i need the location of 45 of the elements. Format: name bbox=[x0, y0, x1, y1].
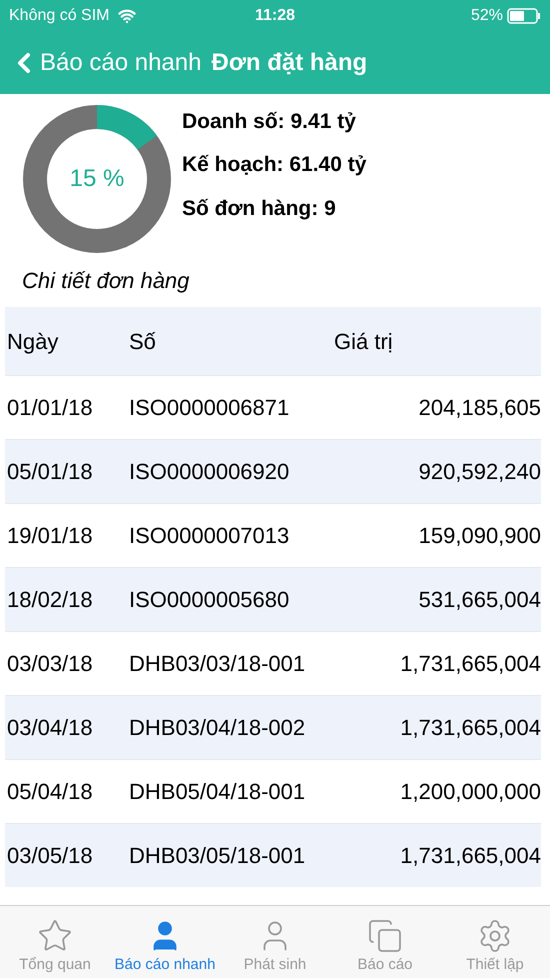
table-cell-text: 920,592,240 bbox=[418, 458, 541, 486]
table-cell-text: DHB03/03/18-001 bbox=[129, 650, 306, 678]
table-cell-text: 204,185,605 bbox=[418, 394, 541, 422]
table-cell-text: 01/01/18 bbox=[6, 394, 94, 422]
column-header: Giá trị bbox=[334, 328, 393, 356]
table-cell-text: 19/01/18 bbox=[6, 522, 94, 550]
table-cell-text: 03/03/18 bbox=[6, 650, 94, 678]
percent-label: 15 % bbox=[70, 164, 124, 194]
star-icon bbox=[37, 918, 73, 954]
table-row[interactable]: 18/02/18 ISO0000005680 531,665,004 bbox=[5, 567, 541, 631]
table-cell-text: 1,731,665,004 bbox=[399, 714, 541, 742]
table-cell-text: DHB05/04/18-001 bbox=[129, 778, 306, 806]
table-cell-text: DHB03/04/18-002 bbox=[129, 714, 306, 742]
battery-icon bbox=[507, 8, 542, 24]
section-title: Chi tiết đơn hàng bbox=[21, 267, 190, 295]
table-cell-text: 1,200,000,000 bbox=[399, 778, 541, 806]
wifi-icon bbox=[118, 7, 136, 25]
table-row[interactable]: 03/04/18 DHB03/04/18-002 1,731,665,004 bbox=[5, 695, 541, 759]
summary-line: Kế hoạch: 61.40 tỷ bbox=[182, 152, 366, 178]
column-header: Ngày bbox=[6, 328, 60, 356]
table-cell-text: ISO0000006920 bbox=[129, 458, 290, 486]
documents-icon bbox=[367, 918, 403, 954]
table-cell-text: ISO0000007013 bbox=[129, 522, 290, 550]
summary-line: Doanh số: 9.41 tỷ bbox=[182, 108, 357, 135]
table-cell-text: 18/02/18 bbox=[6, 586, 94, 614]
clock: 11:28 bbox=[254, 6, 296, 26]
table-cell-text: 1,731,665,004 bbox=[399, 842, 541, 870]
tab-item[interactable]: Báo cáo nhanh bbox=[110, 906, 220, 978]
summary-line: Số đơn hàng: 9 bbox=[182, 196, 337, 222]
table-cell-text: 05/04/18 bbox=[6, 778, 94, 806]
table-cell-text: 03/04/18 bbox=[6, 714, 94, 742]
table-cell-text: ISO0000006871 bbox=[129, 394, 290, 422]
table-cell-text: 159,090,900 bbox=[418, 522, 541, 550]
table-cell-text: 05/01/18 bbox=[6, 458, 94, 486]
table-row[interactable]: 05/01/18 ISO0000006920 920,592,240 bbox=[5, 439, 541, 503]
battery-percent: 52% bbox=[470, 6, 504, 26]
carrier-label: Không có SIM bbox=[9, 6, 110, 26]
table-cell-text: DHB03/05/18-001 bbox=[129, 842, 306, 870]
column-header: Số bbox=[129, 328, 157, 356]
table-cell-text: 03/05/18 bbox=[6, 842, 94, 870]
table-cell-text: 531,665,004 bbox=[418, 586, 541, 614]
table-cell-text: ISO0000005680 bbox=[129, 586, 290, 614]
page-title: Đơn đặt hàng bbox=[211, 48, 368, 78]
table-row[interactable]: 03/05/18 DHB03/05/18-001 1,731,665,004 bbox=[5, 823, 541, 887]
table-cell-text: 1,731,665,004 bbox=[399, 650, 541, 678]
